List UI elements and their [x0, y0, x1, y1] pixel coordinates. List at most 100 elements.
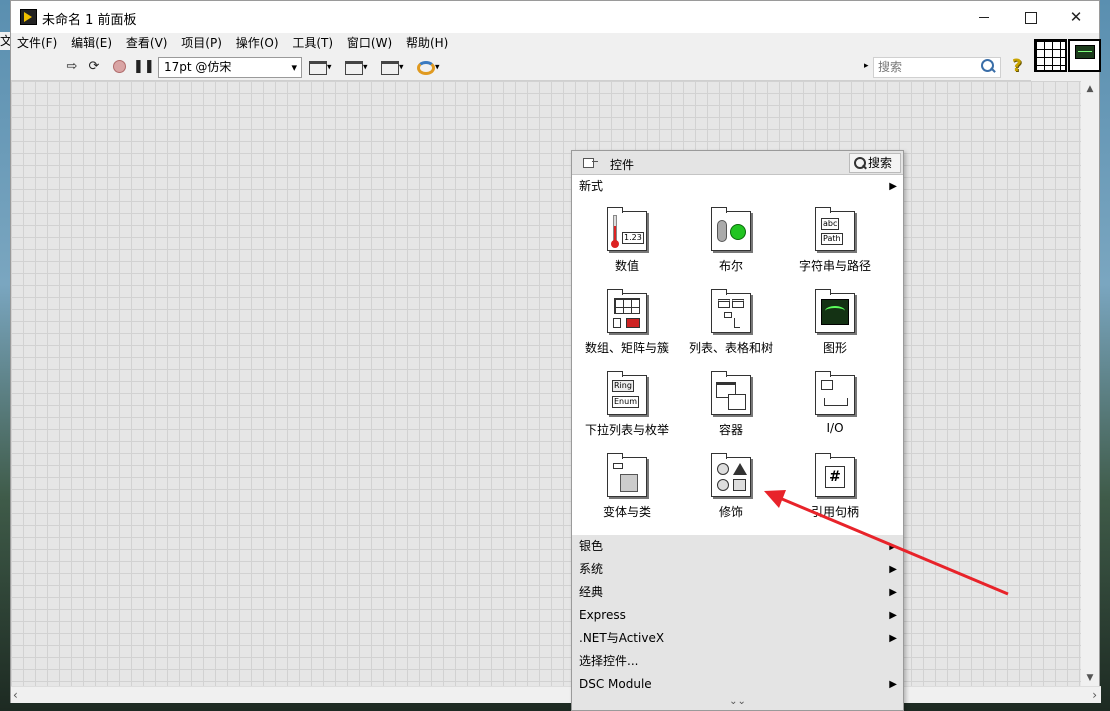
resize-objects-dropdown[interactable]: ▾ [381, 58, 413, 76]
numeric-icon: 1.23 [607, 207, 647, 251]
context-help-icon[interactable]: ? [1012, 56, 1028, 78]
graph-icon [815, 289, 855, 333]
category-label: DSC Module [579, 677, 652, 691]
palette-category-silver[interactable]: 银色 ▶ [572, 535, 903, 558]
menu-operate[interactable]: 操作(O) [230, 33, 283, 53]
variant-class-icon [607, 453, 647, 497]
string-icon-text: abc [821, 218, 840, 230]
vertical-scrollbar[interactable]: ▲ ▼ [1081, 81, 1099, 686]
front-panel-canvas[interactable] [11, 81, 1083, 686]
align-objects-dropdown[interactable]: ▾ [309, 58, 341, 76]
palette-item-label: 数值 [614, 259, 639, 273]
reorder-dropdown[interactable]: ▾ [417, 58, 449, 76]
run-continuously-icon[interactable]: ⟳ [84, 58, 104, 76]
palette-item-refnum[interactable]: # 引用句柄 [785, 453, 885, 533]
palette-category-system[interactable]: 系统 ▶ [572, 558, 903, 581]
palette-category-classic[interactable]: 经典 ▶ [572, 581, 903, 604]
distribute-icon [345, 60, 363, 75]
search-icon[interactable] [981, 59, 995, 73]
vi-icon[interactable] [1068, 39, 1101, 72]
search-icon [854, 157, 866, 169]
palette-item-graph[interactable]: 图形 [785, 289, 885, 369]
palette-item-numeric[interactable]: 1.23 数值 [577, 207, 677, 287]
menu-window[interactable]: 窗口(W) [341, 33, 396, 53]
palette-item-containers[interactable]: 容器 [681, 371, 781, 451]
palette-search-label: 搜索 [868, 156, 893, 170]
palette-item-list-table-tree[interactable]: 列表、表格和树 [681, 289, 781, 369]
scroll-left-icon[interactable]: ‹ [13, 687, 18, 703]
palette-item-io[interactable]: I/O [785, 371, 885, 451]
expand-arrow-icon: ▶ [889, 181, 897, 192]
category-label: .NET与ActiveX [579, 631, 665, 645]
palette-select-control[interactable]: 选择控件... [572, 650, 903, 673]
menu-tools[interactable]: 工具(T) [286, 33, 337, 53]
palette-category-dsc-module[interactable]: DSC Module ▶ [572, 673, 903, 696]
palette-category-dotnet-activex[interactable]: .NET与ActiveX ▶ [572, 627, 903, 650]
close-button[interactable]: ✕ [1053, 1, 1099, 33]
background-window-menu-stub: 文 [0, 32, 10, 50]
ring-enum-icon: Ring Enum [607, 371, 647, 415]
resize-icon [381, 60, 399, 75]
expand-arrow-icon: ▶ [889, 610, 897, 621]
boolean-icon [711, 207, 751, 251]
palette-header: 控件 搜索 [572, 151, 903, 175]
palette-category-express[interactable]: Express ▶ [572, 604, 903, 627]
toolbar: ⇨ ⟳ ❚❚ 17pt @仿宋 ▾ ▾ ▾ ▾ ▸ 搜索 ? [11, 53, 1031, 81]
pin-icon[interactable] [583, 156, 598, 169]
title-bar: 未命名 1 前面板 ✕ [11, 1, 1099, 33]
palette-item-label: 修饰 [718, 505, 743, 519]
expand-more-icon[interactable]: ⌄⌄ [572, 696, 903, 710]
palette-item-array-matrix-cluster[interactable]: 数组、矩阵与簇 [577, 289, 677, 369]
search-expand-icon[interactable]: ▸ [864, 61, 869, 71]
array-matrix-cluster-icon [607, 289, 647, 333]
palette-item-decorations[interactable]: 修饰 [681, 453, 781, 533]
category-label: Express [579, 608, 626, 622]
palette-item-string-path[interactable]: abc Path 字符串与路径 [785, 207, 885, 287]
menu-help[interactable]: 帮助(H) [400, 33, 452, 53]
string-path-icon: abc Path [815, 207, 855, 251]
pause-icon[interactable]: ❚❚ [133, 58, 155, 76]
decorations-icon [711, 453, 751, 497]
menu-file[interactable]: 文件(F) [11, 33, 61, 53]
palette-item-label: I/O [826, 421, 844, 435]
category-label: 银色 [579, 539, 604, 553]
palette-item-label: 图形 [822, 341, 847, 355]
abort-icon[interactable] [111, 58, 127, 76]
path-icon-text: Path [821, 233, 843, 245]
horizontal-scrollbar[interactable]: ‹ › [11, 686, 1101, 703]
palette-item-boolean[interactable]: 布尔 [681, 207, 781, 287]
run-arrow-icon[interactable]: ⇨ [63, 58, 81, 76]
io-icon [815, 371, 855, 415]
palette-title: 控件 [610, 158, 635, 172]
expand-arrow-icon: ▶ [889, 633, 897, 644]
controls-palette: 控件 搜索 新式 ▶ 1.23 数值 布尔 abc Path 字符串与路径 数组… [571, 150, 904, 711]
maximize-button[interactable] [1007, 1, 1053, 33]
menu-edit[interactable]: 编辑(E) [65, 33, 116, 53]
scroll-up-icon[interactable]: ▲ [1081, 81, 1099, 97]
connector-pane-icon[interactable] [1034, 39, 1067, 72]
expand-arrow-icon: ▶ [889, 679, 897, 690]
palette-item-label: 下拉列表与枚举 [584, 423, 669, 437]
minimize-button[interactable] [961, 1, 1007, 33]
refnum-icon-text: # [825, 466, 845, 488]
scroll-right-icon[interactable]: › [1092, 687, 1097, 703]
palette-category-modern[interactable]: 新式 ▶ [572, 175, 903, 198]
palette-search-button[interactable]: 搜索 [849, 153, 901, 173]
scroll-down-icon[interactable]: ▼ [1081, 670, 1099, 686]
menu-project[interactable]: 项目(P) [175, 33, 226, 53]
enum-icon-text: Enum [612, 396, 639, 408]
palette-item-label: 字符串与路径 [798, 259, 871, 273]
front-panel-window: 未命名 1 前面板 ✕ 文件(F) 编辑(E) 查看(V) 项目(P) 操作(O… [10, 0, 1101, 703]
align-icon [309, 60, 327, 75]
palette-item-ring-enum[interactable]: Ring Enum 下拉列表与枚举 [577, 371, 677, 451]
ring-icon-text: Ring [612, 380, 634, 392]
window-title: 未命名 1 前面板 [42, 13, 137, 28]
font-select[interactable]: 17pt @仿宋 [158, 57, 302, 78]
palette-item-label: 容器 [718, 423, 743, 437]
palette-item-label: 引用句柄 [810, 505, 859, 519]
distribute-objects-dropdown[interactable]: ▾ [345, 58, 377, 76]
menu-view[interactable]: 查看(V) [120, 33, 172, 53]
palette-item-variant-class[interactable]: 变体与类 [577, 453, 677, 533]
category-label: 经典 [579, 585, 604, 599]
category-label: 新式 [579, 179, 604, 193]
